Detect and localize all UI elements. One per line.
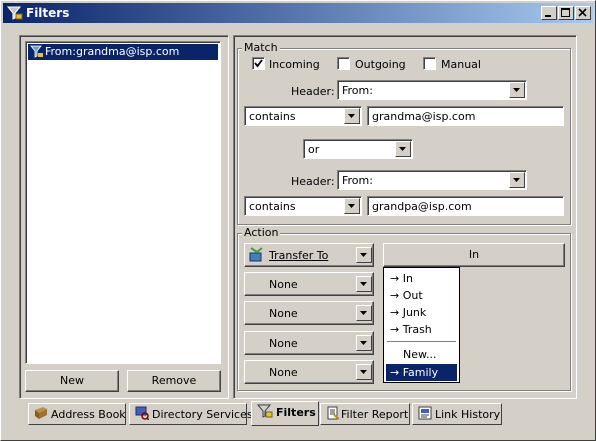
match-value-field-1[interactable]: grandma@isp.com (367, 106, 564, 126)
menu-item-junk[interactable]: → Junk (386, 304, 457, 321)
tab-address-book-label: Address Book (51, 408, 126, 421)
dropdown-arrow-icon[interactable] (344, 108, 360, 124)
action-select-1-value: Transfer To (269, 249, 329, 262)
action-select-3[interactable]: None (244, 301, 374, 325)
checkmark-icon (254, 59, 263, 68)
tab-link-history[interactable]: Link History (412, 403, 502, 425)
match-value-field-2[interactable]: grandpa@isp.com (367, 196, 564, 216)
maximize-button[interactable] (558, 6, 574, 20)
header-select-2-value: From: (342, 174, 373, 187)
address-book-icon (34, 406, 48, 423)
tab-link-history-label: Link History (435, 408, 501, 421)
window-title: Filters (26, 6, 70, 20)
header-select-1-value: From: (342, 84, 373, 97)
close-button[interactable] (575, 6, 591, 20)
manual-checkbox[interactable] (423, 57, 436, 70)
tab-address-book[interactable]: Address Book (28, 403, 126, 425)
action-group-title: Action (242, 226, 281, 239)
condition-select-2[interactable]: contains (244, 196, 362, 216)
tab-directory-services-label: Directory Services (152, 408, 253, 421)
action-select-4[interactable]: None (244, 331, 374, 355)
filter-funnel-icon (6, 5, 23, 21)
dropdown-arrow-icon[interactable] (356, 335, 372, 351)
filter-list-item[interactable]: From:grandma@isp.com (28, 44, 218, 60)
dropdown-arrow-icon[interactable] (356, 276, 372, 292)
minimize-button[interactable] (541, 6, 557, 20)
menu-item-trash[interactable]: → Trash (386, 321, 457, 338)
filters-window: Filters From:grandma@isp.com New Remove … (0, 0, 596, 441)
mailbox-menu: → In → Out → Junk → Trash New... → Famil… (383, 267, 460, 383)
condition-select-1-value: contains (249, 110, 296, 123)
header-select-1[interactable]: From: (337, 80, 527, 100)
tab-filters[interactable]: Filters (251, 401, 319, 426)
filter-report-icon (326, 406, 340, 423)
header-label-1: Header: (291, 85, 335, 98)
title-bar[interactable]: Filters (3, 3, 593, 23)
dropdown-arrow-icon[interactable] (509, 172, 525, 188)
header-label-2: Header: (291, 175, 335, 188)
remove-button[interactable]: Remove (127, 370, 221, 392)
outgoing-checkbox[interactable] (337, 57, 350, 70)
menu-item-in[interactable]: → In (386, 270, 457, 287)
dropdown-arrow-icon[interactable] (356, 364, 372, 380)
action-select-5[interactable]: None (244, 360, 374, 384)
tab-filter-report[interactable]: Filter Report (320, 403, 410, 425)
incoming-checkbox[interactable] (252, 57, 265, 70)
close-icon (578, 8, 587, 17)
action-select-3-value: None (269, 307, 298, 320)
dropdown-arrow-icon[interactable] (509, 82, 525, 98)
maximize-icon (561, 8, 570, 17)
dropdown-arrow-icon[interactable] (344, 198, 360, 214)
tab-filter-report-label: Filter Report (341, 408, 409, 421)
match-value-1: grandma@isp.com (372, 110, 476, 123)
action-select-5-value: None (269, 366, 298, 379)
transfer-icon (248, 247, 264, 266)
action-select-2[interactable]: None (244, 272, 374, 296)
match-value-2: grandpa@isp.com (372, 200, 472, 213)
dropdown-arrow-icon[interactable] (356, 305, 372, 321)
action-select-2-value: None (269, 278, 298, 291)
tab-directory-services[interactable]: Directory Services (129, 403, 253, 425)
conjunction-select[interactable]: or (303, 139, 413, 159)
condition-select-1[interactable]: contains (244, 106, 362, 126)
menu-item-new[interactable]: New... (386, 346, 457, 363)
new-button[interactable]: New (25, 370, 119, 392)
outgoing-label: Outgoing (355, 58, 406, 71)
filter-list[interactable]: From:grandma@isp.com (25, 41, 221, 364)
link-history-icon (418, 406, 432, 423)
dropdown-arrow-icon[interactable] (356, 247, 372, 263)
action-select-4-value: None (269, 337, 298, 350)
incoming-label: Incoming (269, 58, 320, 71)
filter-item-label: From:grandma@isp.com (45, 45, 180, 58)
action-select-1[interactable]: Transfer To (244, 243, 374, 267)
tab-filters-label: Filters (276, 406, 316, 419)
minimize-icon (545, 15, 551, 17)
filters-icon (256, 404, 273, 421)
menu-item-family[interactable]: → Family (386, 364, 457, 381)
conjunction-value: or (308, 143, 320, 156)
manual-label: Manual (441, 58, 481, 71)
menu-separator (387, 341, 456, 343)
match-group-title: Match (242, 41, 280, 54)
header-select-2[interactable]: From: (337, 170, 527, 190)
menu-item-out[interactable]: → Out (386, 287, 457, 304)
condition-select-2-value: contains (249, 200, 296, 213)
directory-services-icon (135, 406, 150, 423)
dropdown-arrow-icon[interactable] (395, 141, 411, 157)
mailbox-button[interactable]: In (383, 243, 565, 267)
filter-icon (30, 45, 44, 62)
